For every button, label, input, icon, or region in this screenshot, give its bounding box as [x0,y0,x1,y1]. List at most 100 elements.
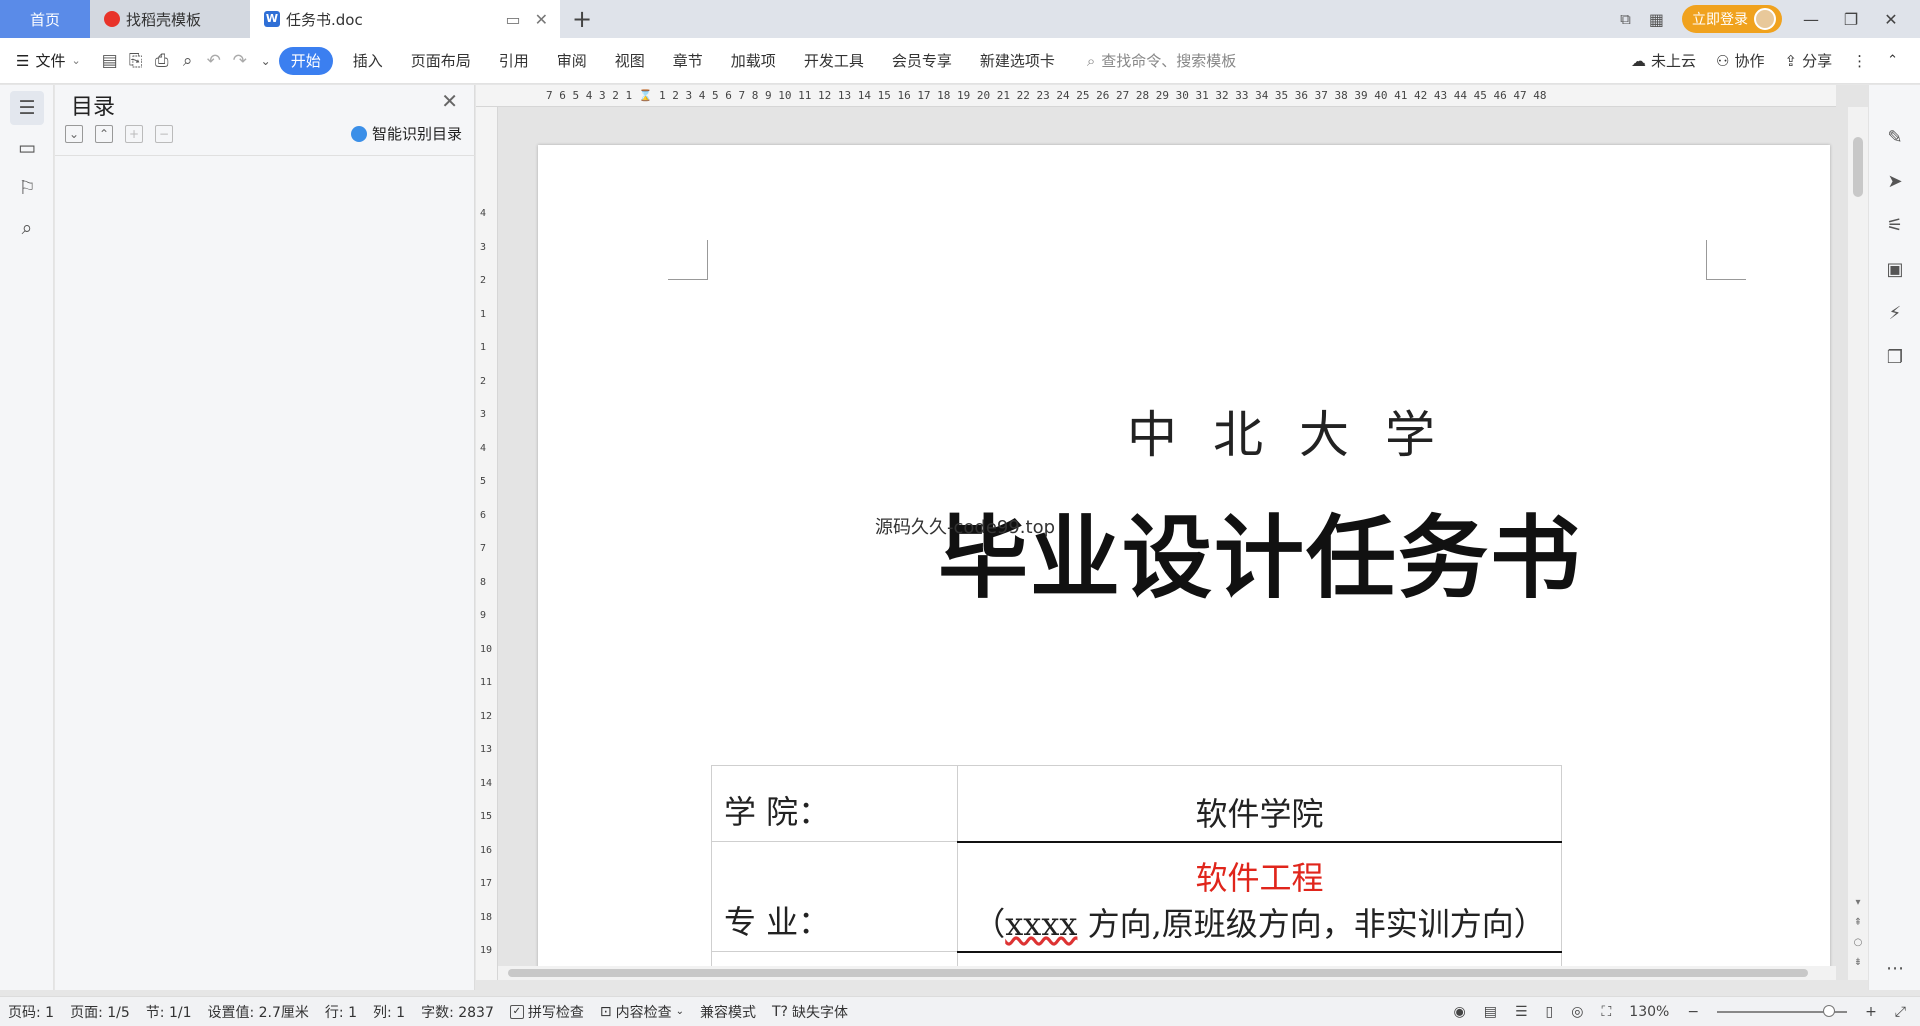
tab-template[interactable]: 找稻壳模板 [90,0,250,38]
layout-toggle-icon[interactable]: ⧉ [1620,10,1631,28]
add-heading-icon[interactable]: + [125,125,143,143]
zoom-out-icon[interactable]: − [1687,1004,1699,1020]
adjust-icon[interactable]: ⚟ [1869,203,1920,247]
tab-references[interactable]: 引用 [485,47,543,75]
print-icon[interactable]: ⎙ [149,51,175,71]
bookmark-icon[interactable]: ⚐ [10,171,44,205]
col-indicator[interactable]: 列: 1 [373,1002,405,1022]
web-view-icon[interactable]: ◎ [1571,1004,1583,1020]
setting-value[interactable]: 设置值: 2.7厘米 [207,1002,308,1022]
scroll-down-icon[interactable]: ▾ [1848,897,1868,908]
export-pdf-icon[interactable]: ⎘ [123,51,149,71]
college-value-cell[interactable]: 软件学院 [957,765,1562,843]
window-mode-icon[interactable]: ▭ [505,10,520,29]
minimize-icon[interactable]: — [1800,10,1822,29]
zoom-slider[interactable] [1717,1004,1848,1017]
select-browse-icon[interactable]: ○ [1848,937,1868,948]
close-window-icon[interactable]: ✕ [1880,10,1902,29]
close-tab-icon[interactable]: ✕ [535,10,548,29]
vertical-scroll-thumb[interactable] [1853,137,1863,197]
tab-start[interactable]: 开始 [278,46,333,75]
grid-apps-icon[interactable]: ▦ [1649,10,1664,29]
tab-addins-label: 加载项 [730,52,776,70]
zoom-in-icon[interactable]: + [1865,1004,1877,1020]
spell-check-button[interactable]: ✓ 拼写检查 [509,1002,584,1022]
tab-addins[interactable]: 加载项 [717,47,790,75]
search-icon[interactable]: ⌕ [10,211,44,245]
section-indicator[interactable]: 节: 1/1 [146,1002,192,1022]
print-preview-icon[interactable]: ⌕ [175,51,201,71]
tab-document[interactable]: W 任务书.doc ▭ ✕ [250,0,560,38]
vertical-scrollbar[interactable]: ▾ ⇞ ○ ⇟ [1848,107,1868,980]
vtick: 4 [480,442,487,454]
more-options-icon[interactable]: ⋮ [1852,52,1867,70]
zoom-slider-thumb[interactable] [1823,1004,1836,1017]
image-edit-icon[interactable]: ▣ [1869,247,1920,291]
fit-page-icon[interactable]: ⛶ [1601,1004,1611,1020]
read-view-icon[interactable]: ▯ [1546,1004,1554,1020]
undo-icon[interactable]: ↶ [201,51,227,71]
save-icon[interactable]: ▤ [97,51,123,71]
tab-new-tab[interactable]: 新建选项卡 [966,47,1069,75]
tab-insert-label: 插入 [352,52,383,70]
file-menu[interactable]: ☰ 文件 ⌄ [16,50,81,71]
prev-page-icon[interactable]: ⇞ [1848,917,1868,928]
expand-all-icon[interactable]: ⌄ [65,125,83,143]
tab-home[interactable]: 首页 [0,0,90,38]
margin-corner-top-right [1706,240,1746,280]
restore-icon[interactable]: ❐ [1840,10,1862,29]
cloud-status-button[interactable]: ☁ 未上云 [1631,50,1696,71]
horizontal-scroll-thumb[interactable] [508,969,1808,977]
remove-heading-icon[interactable]: − [155,125,173,143]
horizontal-scrollbar[interactable] [498,966,1836,980]
reading-icon[interactable]: ❐ [1869,335,1920,379]
tab-page-layout[interactable]: 页面布局 [397,47,485,75]
vertical-ruler-ticks: 4 3 2 1 1 2 3 4 5 6 7 8 9 10 11 12 13 14… [480,197,492,980]
tab-member[interactable]: 会员专享 [878,47,966,75]
major-label: 专 业： [724,903,831,941]
tab-review[interactable]: 审阅 [543,47,601,75]
command-search[interactable]: ⌕ 查找命令、搜索模板 [1087,50,1236,71]
major-value-cell[interactable]: 软件工程 （xxxx 方向,原班级方向，非实训方向） [957,841,1562,953]
share-button[interactable]: ⇪ 分享 [1785,50,1833,71]
margin-corner-top-left [668,240,708,280]
page-view-icon[interactable]: ▤ [1484,1004,1497,1020]
missing-font-button[interactable]: T? 缺失字体 [772,1002,848,1022]
document-page[interactable]: 中北大学 毕业设计任务书 源码久久-code99.top 学 院： 软件学院 专… [538,145,1830,980]
login-button[interactable]: 立即登录 [1682,5,1782,33]
vertical-ruler[interactable]: 4 3 2 1 1 2 3 4 5 6 7 8 9 10 11 12 13 14… [476,107,498,980]
missing-font-label: 缺失字体 [791,1004,848,1021]
tab-insert[interactable]: 插入 [339,47,397,75]
next-page-icon[interactable]: ⇟ [1848,957,1868,968]
performance-icon[interactable]: ⚡ [1869,291,1920,335]
eye-protect-icon[interactable]: ◉ [1454,1004,1466,1020]
close-icon[interactable]: ✕ [441,89,458,113]
pen-icon[interactable]: ✎ [1869,115,1920,159]
fullscreen-icon[interactable]: ⤢ [1895,1004,1906,1020]
tab-chapter[interactable]: 章节 [659,47,717,75]
more-icon[interactable]: ⋯ [1869,946,1920,990]
navigation-icon[interactable]: ▭ [10,131,44,165]
zoom-level[interactable]: 130% [1629,1004,1669,1020]
compat-mode[interactable]: 兼容模式 [700,1002,756,1022]
word-count[interactable]: 字数: 2837 [421,1002,494,1022]
content-check-button[interactable]: ⊡ 内容检查 ⌄ [600,1002,684,1022]
toc-icon[interactable]: ☰ [10,91,44,125]
customize-toolbar-icon[interactable]: ⌄ [253,54,279,68]
tab-view[interactable]: 视图 [601,47,659,75]
redo-icon[interactable]: ↷ [227,51,253,71]
collapse-all-icon[interactable]: ⌃ [95,125,113,143]
pointer-icon[interactable]: ➤ [1869,159,1920,203]
collapse-ribbon-icon[interactable]: ⌃ [1887,53,1898,68]
smart-toc-button[interactable]: 智能识别目录 [350,123,462,144]
row-indicator[interactable]: 行: 1 [325,1002,357,1022]
outline-view-icon[interactable]: ☰ [1515,1004,1528,1020]
search-icon: ⌕ [1086,51,1096,70]
page-count[interactable]: 页面: 1/5 [70,1002,130,1022]
collaborate-button[interactable]: ⚇ 协作 [1716,50,1764,71]
major-prefix: （ [973,904,1006,943]
horizontal-ruler[interactable]: 7 6 5 4 3 2 1 ⌛ 1 2 3 4 5 6 7 8 9 10 11 … [476,85,1836,107]
new-tab-button[interactable]: + [560,0,604,38]
page-code[interactable]: 页码: 1 [8,1002,54,1022]
tab-developer[interactable]: 开发工具 [790,47,878,75]
